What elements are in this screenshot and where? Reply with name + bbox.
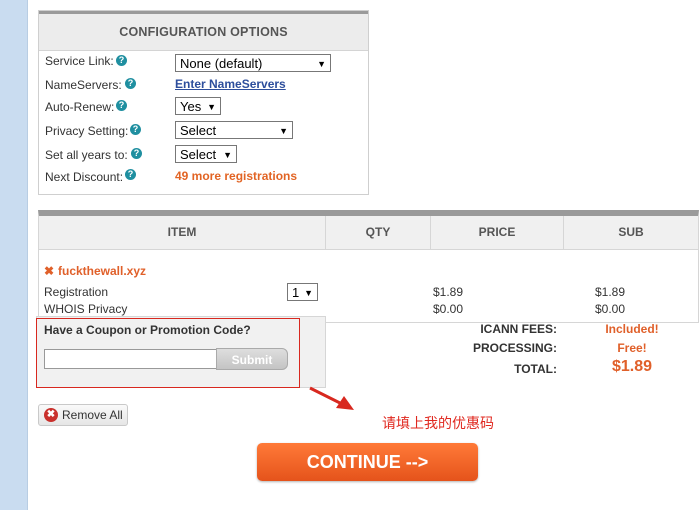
total-label: TOTAL: bbox=[514, 362, 557, 376]
help-icon[interactable]: ? bbox=[116, 100, 127, 111]
chevron-down-icon: ▼ bbox=[304, 288, 313, 298]
nameservers-label: NameServers: bbox=[45, 78, 122, 92]
remove-all-button[interactable]: ✖ Remove All bbox=[38, 404, 128, 426]
icann-fees-label: ICANN FEES: bbox=[480, 322, 557, 336]
remove-all-label: Remove All bbox=[62, 408, 123, 422]
coupon-title: Have a Coupon or Promotion Code? bbox=[44, 323, 251, 337]
column-header-sub: SUB bbox=[618, 225, 644, 239]
processing-label: PROCESSING: bbox=[472, 341, 557, 355]
left-sidebar-strip bbox=[0, 0, 28, 510]
annotation-arrow bbox=[309, 386, 354, 410]
chevron-down-icon: ▼ bbox=[279, 126, 288, 136]
registration-sub: $1.89 bbox=[595, 285, 626, 299]
column-header-price: PRICE bbox=[431, 216, 564, 249]
domain-name: fuckthewall.xyz bbox=[58, 264, 147, 278]
cart-table: ITEM QTY PRICE SUB ✖ fuckthewall.xyz Reg… bbox=[38, 210, 699, 323]
help-icon[interactable]: ? bbox=[125, 78, 136, 89]
registration-qty-select[interactable]: 1 ▼ bbox=[287, 283, 318, 301]
configuration-options-title: CONFIGURATION OPTIONS bbox=[39, 11, 368, 51]
help-icon[interactable]: ? bbox=[125, 169, 136, 180]
coupon-code-input[interactable] bbox=[44, 349, 218, 369]
whois-sub: $0.00 bbox=[595, 302, 626, 316]
cart-table-header: ITEM QTY PRICE SUB bbox=[39, 216, 698, 250]
chevron-down-icon: ▼ bbox=[317, 59, 326, 69]
privacy-setting-label: Privacy Setting: bbox=[45, 124, 129, 138]
coupon-submit-button[interactable]: Submit bbox=[216, 348, 288, 370]
column-header-item: ITEM bbox=[39, 216, 326, 249]
chevron-down-icon: ▼ bbox=[223, 150, 232, 160]
auto-renew-select[interactable]: Yes ▼ bbox=[175, 97, 221, 115]
next-discount-label: Next Discount: bbox=[45, 170, 124, 184]
help-icon[interactable]: ? bbox=[131, 148, 142, 159]
registration-price: $1.89 bbox=[433, 285, 464, 299]
help-icon[interactable]: ? bbox=[130, 124, 141, 135]
next-discount-value: 49 more registrations bbox=[175, 169, 298, 183]
remove-icon: ✖ bbox=[44, 408, 58, 422]
annotation-text: 请填上我的优惠码 bbox=[382, 415, 494, 431]
auto-renew-label: Auto-Renew: bbox=[45, 100, 115, 114]
enter-nameservers-link[interactable]: Enter NameServers bbox=[175, 77, 286, 91]
cart-row-whois-item: WHOIS Privacy bbox=[44, 302, 128, 316]
processing-value: Free! bbox=[617, 341, 647, 355]
privacy-setting-select[interactable]: Select ▼ bbox=[175, 121, 293, 139]
icann-fees-value: Included! bbox=[605, 322, 659, 336]
remove-item-icon[interactable]: ✖ bbox=[44, 264, 54, 278]
chevron-down-icon: ▼ bbox=[207, 102, 216, 112]
set-years-label: Set all years to: bbox=[45, 148, 128, 162]
whois-price: $0.00 bbox=[433, 302, 464, 316]
help-icon[interactable]: ? bbox=[116, 55, 127, 66]
service-link-label: Service Link: bbox=[45, 54, 114, 68]
total-value: $1.89 bbox=[611, 358, 653, 375]
column-header-qty: QTY bbox=[326, 216, 431, 249]
set-years-select[interactable]: Select ▼ bbox=[175, 145, 237, 163]
service-link-select[interactable]: None (default) ▼ bbox=[175, 54, 331, 72]
continue-button[interactable]: CONTINUE --> bbox=[257, 443, 478, 481]
cart-row-registration-item: Registration bbox=[44, 285, 109, 299]
configuration-options-panel: CONFIGURATION OPTIONS Service Link: ? No… bbox=[38, 10, 369, 195]
